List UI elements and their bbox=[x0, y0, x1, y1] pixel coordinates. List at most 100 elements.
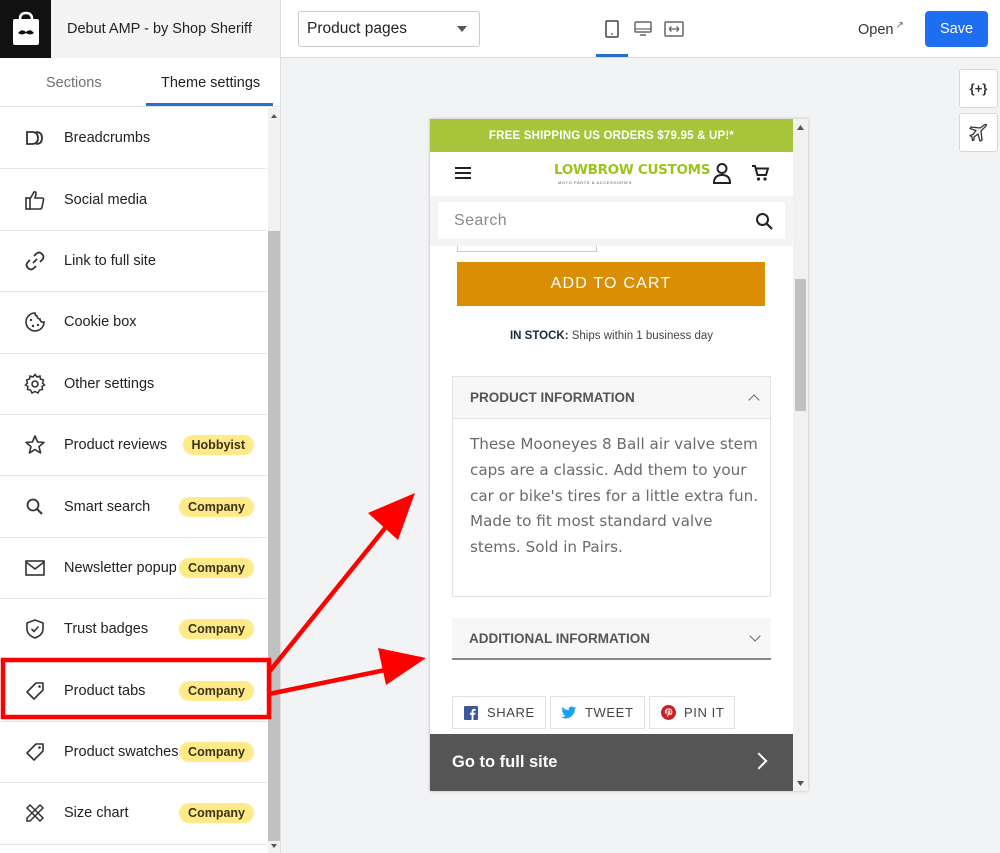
quantity-selector[interactable] bbox=[457, 246, 597, 252]
desktop-view-button[interactable] bbox=[628, 14, 658, 44]
sidebar-item-cookie-box[interactable]: Cookie box bbox=[0, 292, 267, 354]
breadcrumbs-icon bbox=[26, 131, 43, 146]
cart-icon[interactable] bbox=[751, 164, 769, 182]
scroll-down-arrow-icon[interactable] bbox=[271, 844, 277, 848]
tweet-label: TWEET bbox=[585, 705, 634, 720]
product-information-tab: PRODUCT INFORMATION These Mooneyes 8 Bal… bbox=[452, 376, 771, 597]
annotation-arrowhead-upper bbox=[368, 493, 415, 540]
go-to-full-site-bar[interactable]: Go to full site bbox=[430, 734, 793, 791]
sidebar-item-link-to-full-site[interactable]: Link to full site bbox=[0, 231, 267, 293]
sidebar-item-label: Newsletter popup bbox=[64, 559, 177, 576]
tag-icon bbox=[26, 681, 44, 700]
plan-badge: Company bbox=[179, 619, 254, 640]
plan-badge: Company bbox=[179, 803, 254, 824]
external-link-icon: ↗ bbox=[895, 20, 904, 31]
shop-search-input[interactable]: Search bbox=[438, 202, 785, 239]
add-to-cart-button[interactable]: ADD TO CART bbox=[457, 262, 765, 306]
sidebar-item-product-swatches[interactable]: Product swatches Company bbox=[0, 722, 267, 784]
open-link-label: Open bbox=[858, 21, 894, 38]
product-information-title: PRODUCT INFORMATION bbox=[470, 390, 635, 405]
account-icon[interactable] bbox=[712, 162, 732, 184]
facebook-icon bbox=[463, 705, 479, 721]
share-pinterest-button[interactable]: PIN IT bbox=[649, 696, 735, 729]
sidebar: Sections Theme settings Breadcrumbs Soci… bbox=[0, 58, 281, 853]
tab-sections[interactable]: Sections bbox=[46, 58, 102, 107]
preview-scroll-thumb[interactable] bbox=[795, 279, 806, 411]
sidebar-item-social-media[interactable]: Social media bbox=[0, 169, 267, 231]
theme-settings-list: Breadcrumbs Social media Link to full si… bbox=[0, 108, 267, 845]
sidebar-scrollbar[interactable] bbox=[268, 108, 280, 853]
plan-badge: Company bbox=[179, 680, 254, 701]
shopping-bag-logo-icon bbox=[12, 11, 39, 45]
sidebar-item-product-reviews[interactable]: Product reviews Hobbyist bbox=[0, 415, 267, 477]
shop-header: LOWBROW CUSTOMS MOTO PARTS & ACCESSORIES bbox=[430, 152, 793, 196]
annotation-arrow-upper bbox=[267, 520, 392, 674]
page-type-select-value: Product pages bbox=[307, 20, 407, 37]
star-icon bbox=[25, 435, 45, 454]
sidebar-item-label: Product swatches bbox=[64, 744, 179, 761]
sidebar-item-label: Social media bbox=[64, 191, 148, 208]
sidebar-item-newsletter-popup[interactable]: Newsletter popup Company bbox=[0, 538, 267, 600]
sidebar-item-label: Breadcrumbs bbox=[64, 130, 151, 147]
search-icon[interactable] bbox=[755, 212, 773, 230]
search-icon bbox=[26, 498, 43, 515]
go-to-full-site-label: Go to full site bbox=[452, 753, 558, 771]
sidebar-item-other-settings[interactable]: Other settings bbox=[0, 354, 267, 415]
airplane-icon bbox=[968, 123, 987, 142]
share-facebook-button[interactable]: SHARE bbox=[452, 696, 546, 729]
caret-down-icon bbox=[457, 26, 467, 32]
open-link[interactable]: Open ↗ bbox=[858, 20, 904, 38]
sidebar-item-product-tabs[interactable]: Product tabs Company bbox=[0, 661, 267, 722]
link-icon bbox=[25, 251, 45, 271]
fullwidth-view-button[interactable] bbox=[659, 14, 689, 44]
chevron-right-icon bbox=[750, 752, 768, 770]
page-type-select[interactable]: Product pages bbox=[298, 11, 480, 47]
sidebar-item-label: Product tabs bbox=[64, 682, 146, 699]
share-twitter-button[interactable]: TWEET bbox=[550, 696, 645, 729]
sidebar-item-smart-search[interactable]: Smart search Company bbox=[0, 476, 267, 538]
plan-badge: Company bbox=[179, 496, 254, 517]
shop-search-bar: Search bbox=[430, 196, 793, 246]
stock-status: IN STOCK: Ships within 1 business day bbox=[430, 330, 793, 342]
hamburger-menu-icon[interactable] bbox=[455, 166, 471, 180]
code-braces-icon: {+} bbox=[969, 81, 988, 96]
sidebar-item-label: Smart search bbox=[64, 498, 151, 515]
sidebar-item-size-chart[interactable]: Size chart Company bbox=[0, 783, 267, 845]
sidebar-item-label: Product reviews bbox=[64, 437, 168, 454]
plan-badge: Company bbox=[179, 557, 254, 578]
sidebar-item-label: Link to full site bbox=[64, 252, 156, 269]
shop-brand-logo[interactable]: LOWBROW CUSTOMS bbox=[554, 162, 710, 178]
scroll-up-arrow-icon[interactable] bbox=[797, 125, 804, 130]
sidebar-item-trust-badges[interactable]: Trust badges Company bbox=[0, 599, 267, 661]
scroll-down-arrow-icon[interactable] bbox=[797, 781, 804, 786]
preview-scrollbar[interactable] bbox=[793, 119, 808, 791]
stock-text: Ships within 1 business day bbox=[568, 330, 714, 342]
product-information-header[interactable]: PRODUCT INFORMATION bbox=[453, 377, 770, 419]
shield-icon bbox=[26, 619, 44, 640]
scroll-up-arrow-icon[interactable] bbox=[271, 114, 277, 118]
twitter-icon bbox=[561, 705, 577, 721]
additional-information-header[interactable]: ADDITIONAL INFORMATION bbox=[452, 618, 771, 660]
chevron-up-icon bbox=[748, 394, 760, 406]
launch-button[interactable] bbox=[959, 113, 998, 152]
chevron-down-icon bbox=[749, 630, 761, 642]
annotation-arrow-lower bbox=[268, 666, 391, 697]
sidebar-tabs: Sections Theme settings bbox=[0, 58, 280, 107]
save-button[interactable]: Save bbox=[925, 11, 988, 47]
shipping-banner: FREE SHIPPING US ORDERS $79.95 & UP!* bbox=[430, 119, 793, 152]
ruler-pencil-icon bbox=[25, 804, 45, 823]
plan-badge: Hobbyist bbox=[182, 435, 254, 456]
top-bar: Debut AMP - by Shop Sheriff Product page… bbox=[0, 0, 1000, 58]
sidebar-item-label: Cookie box bbox=[64, 314, 137, 331]
tag-icon bbox=[26, 743, 44, 761]
sidebar-item-label: Trust badges bbox=[64, 621, 149, 638]
sidebar-scroll-thumb[interactable] bbox=[268, 231, 280, 841]
envelope-icon bbox=[25, 560, 45, 576]
mobile-preview-frame: FREE SHIPPING US ORDERS $79.95 & UP!* LO… bbox=[430, 119, 808, 791]
code-editor-button[interactable]: {+} bbox=[959, 69, 998, 108]
mobile-view-button[interactable] bbox=[597, 14, 627, 44]
sidebar-item-breadcrumbs[interactable]: Breadcrumbs bbox=[0, 108, 267, 170]
share-label: SHARE bbox=[487, 705, 535, 720]
pinterest-icon bbox=[660, 705, 676, 721]
tab-theme-settings[interactable]: Theme settings bbox=[161, 58, 260, 107]
